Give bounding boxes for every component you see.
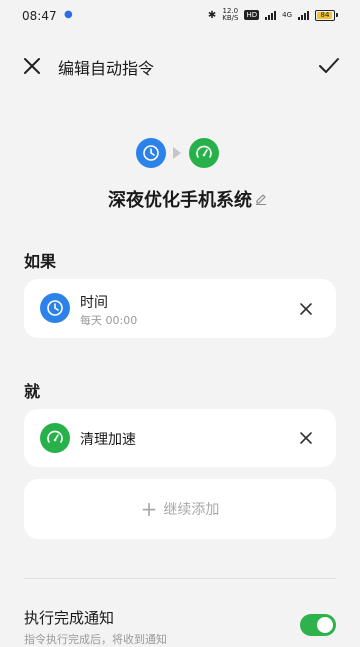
condition-subtitle: 每天 00:00 <box>80 314 138 327</box>
status-time: 08:47 <box>22 9 57 23</box>
divider <box>24 578 336 579</box>
add-action-button[interactable]: + 继续添加 <box>24 479 336 539</box>
trigger-clock-icon <box>136 138 166 168</box>
clock-icon <box>40 293 70 323</box>
notify-subtitle: 指令执行完成后，将收到通知 <box>24 633 167 646</box>
command-name-row[interactable]: 深夜优化手机系统 <box>0 186 360 214</box>
add-action-label: 继续添加 <box>163 502 220 518</box>
close-icon <box>24 58 40 74</box>
notify-title: 执行完成通知 <box>24 609 115 627</box>
pencil-icon[interactable] <box>255 190 267 205</box>
action-card[interactable]: 清理加速 <box>24 409 336 467</box>
hd-badge: HD <box>244 10 260 20</box>
net-speed-unit: KB/S <box>222 14 239 22</box>
condition-title: 时间 <box>80 295 108 311</box>
remove-action-button[interactable] <box>298 430 314 446</box>
notification-indicator-icon: ● <box>64 9 73 20</box>
command-name: 深夜优化手机系统 <box>108 190 252 211</box>
command-flow <box>0 138 360 170</box>
confirm-button[interactable] <box>318 56 340 76</box>
plus-icon: + <box>140 497 158 521</box>
close-button[interactable] <box>22 56 42 76</box>
check-icon <box>319 58 339 73</box>
battery-icon: 84 <box>315 9 338 21</box>
flow-arrow-icon <box>173 147 181 159</box>
bluetooth-icon: ✱ <box>207 9 217 21</box>
signal-icon <box>265 10 277 20</box>
close-icon <box>300 303 312 315</box>
toggle-knob <box>317 617 333 633</box>
close-icon <box>300 432 312 444</box>
notify-toggle[interactable] <box>300 614 336 636</box>
action-title: 清理加速 <box>80 432 136 448</box>
if-section-label: 如果 <box>24 252 57 271</box>
then-section-label: 就 <box>24 382 41 401</box>
page-title: 编辑自动指令 <box>58 59 155 78</box>
battery-level: 84 <box>320 10 330 19</box>
signal-icon-2 <box>298 10 309 20</box>
status-icons: ✱ 12.0 KB/S HD 4G 84 <box>208 8 338 22</box>
net-speed: 12.0 KB/S <box>222 8 238 22</box>
gauge-icon <box>40 423 70 453</box>
status-bar: 08:47 ● ✱ 12.0 KB/S HD 4G 84 <box>0 0 360 32</box>
header: 编辑自动指令 <box>0 44 360 88</box>
condition-card[interactable]: 时间 每天 00:00 <box>24 279 336 338</box>
action-gauge-icon <box>189 138 219 168</box>
network-type: 4G <box>282 11 292 19</box>
remove-condition-button[interactable] <box>298 301 314 317</box>
